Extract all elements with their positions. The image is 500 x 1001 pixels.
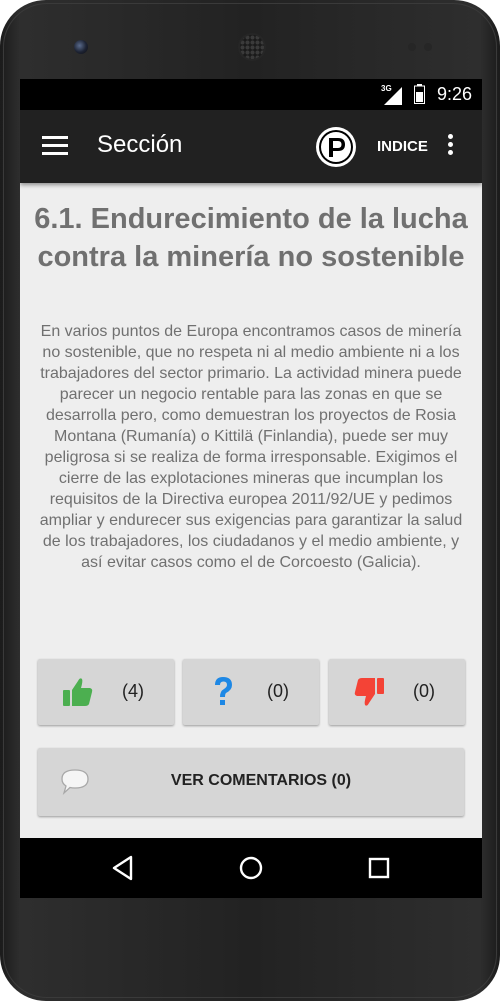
app-bar: Sección INDICE bbox=[20, 110, 482, 183]
pirate-party-logo-icon[interactable] bbox=[316, 127, 356, 167]
section-title: 6.1. Endurecimiento de la lucha contra l… bbox=[34, 203, 468, 273]
vote-up-button[interactable]: (4) bbox=[38, 659, 174, 725]
thumbs-up-icon bbox=[63, 678, 93, 706]
signal-icon bbox=[384, 87, 402, 105]
thumbs-down-icon bbox=[354, 678, 384, 706]
overflow-menu-icon[interactable] bbox=[448, 134, 454, 158]
earpiece-speaker bbox=[240, 35, 264, 59]
vote-question-count: (0) bbox=[267, 681, 289, 701]
home-icon[interactable] bbox=[235, 852, 267, 884]
phone-frame: 3G 9:26 Sección INDICE 6.1. Endurecimien… bbox=[0, 0, 500, 1001]
proximity-sensor bbox=[408, 43, 416, 51]
navigation-bar bbox=[20, 838, 482, 898]
clock: 9:26 bbox=[436, 84, 472, 104]
light-sensor bbox=[424, 43, 432, 51]
screen: 3G 9:26 Sección INDICE 6.1. Endurecimien… bbox=[20, 79, 482, 898]
vote-down-count: (0) bbox=[413, 681, 435, 701]
vote-question-button[interactable]: (0) bbox=[183, 659, 319, 725]
view-comments-button[interactable]: VER COMENTARIOS (0) bbox=[38, 748, 464, 816]
vote-up-count: (4) bbox=[122, 681, 144, 701]
back-icon[interactable] bbox=[108, 852, 140, 884]
app-title: Sección bbox=[97, 131, 183, 158]
section-body: En varios puntos de Europa encontramos c… bbox=[39, 323, 463, 571]
battery-icon bbox=[414, 84, 425, 104]
hamburger-menu-icon[interactable] bbox=[42, 136, 68, 156]
status-bar: 3G 9:26 bbox=[20, 79, 482, 110]
index-button[interactable]: INDICE bbox=[377, 138, 428, 155]
recent-apps-icon[interactable] bbox=[363, 852, 395, 884]
question-icon bbox=[215, 677, 232, 705]
front-camera bbox=[74, 40, 88, 54]
view-comments-label: VER COMENTARIOS (0) bbox=[170, 772, 352, 789]
vote-down-button[interactable]: (0) bbox=[329, 659, 465, 725]
